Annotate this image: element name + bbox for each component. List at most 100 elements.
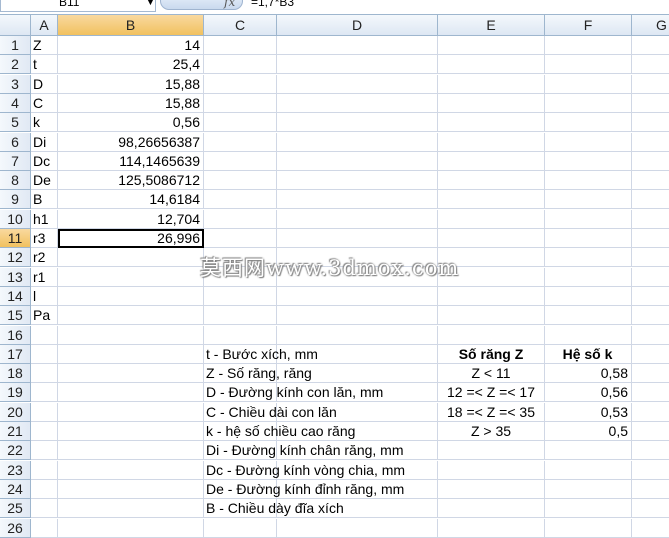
row-header[interactable]: 6	[0, 132, 31, 152]
cell-a8[interactable]: De	[31, 171, 58, 191]
cell-c26[interactable]	[204, 518, 277, 538]
cell-e14[interactable]	[438, 286, 545, 306]
row-header[interactable]: 26	[0, 518, 31, 538]
cell-g10[interactable]	[632, 210, 669, 229]
cell-f7[interactable]	[545, 151, 632, 171]
cell-f6[interactable]	[545, 132, 632, 152]
cell-g14[interactable]	[632, 287, 669, 306]
cell-g5[interactable]	[632, 113, 669, 133]
row-header[interactable]: 3	[0, 74, 31, 94]
cell-c6[interactable]	[204, 132, 277, 152]
cell-a10[interactable]: h1	[31, 209, 58, 229]
select-all-corner[interactable]	[0, 15, 31, 36]
cell-f10[interactable]	[545, 209, 632, 229]
cell-g15[interactable]	[632, 306, 669, 326]
cell-b19[interactable]	[58, 383, 204, 403]
cell-d24[interactable]	[277, 479, 438, 499]
cell-a12[interactable]: r2	[31, 248, 58, 268]
row-header[interactable]: 24	[0, 479, 31, 499]
cell-a22[interactable]	[31, 441, 58, 461]
cell-e5[interactable]	[438, 113, 545, 133]
cell-g23[interactable]	[632, 461, 669, 480]
cell-b13[interactable]	[58, 267, 204, 287]
cell-e8[interactable]	[438, 171, 545, 191]
cell-g21[interactable]	[632, 422, 669, 441]
cell-c21[interactable]: k - hệ số chiều cao răng	[204, 422, 355, 441]
cell-b17[interactable]	[58, 344, 204, 364]
cell-c9[interactable]	[204, 190, 277, 210]
row-header[interactable]: 4	[0, 93, 31, 113]
formula-input[interactable]: =1,7*B3	[251, 0, 294, 8]
cell-c24[interactable]: De - Đường kính đỉnh răng, mm	[204, 479, 404, 499]
cell-g22[interactable]	[632, 441, 669, 461]
chevron-down-icon[interactable]: ▼	[146, 0, 155, 7]
cell-g9[interactable]	[632, 190, 669, 210]
cell-a2[interactable]: t	[31, 55, 58, 75]
cell-b3[interactable]: 15,88	[58, 74, 204, 94]
cell-f23[interactable]	[545, 460, 632, 480]
cell-b18[interactable]	[58, 364, 204, 384]
cell-d18[interactable]	[277, 364, 438, 384]
cell-a15[interactable]: Pa	[31, 306, 58, 326]
cell-e4[interactable]	[438, 93, 545, 113]
cell-b12[interactable]	[58, 248, 204, 268]
cell-d4[interactable]	[277, 93, 438, 113]
cell-c20[interactable]: C - Chiều dài con lăn	[204, 402, 337, 422]
cell-d17[interactable]	[277, 344, 438, 364]
cell-g11[interactable]	[632, 229, 669, 248]
cell-a9[interactable]: B	[31, 190, 58, 210]
cell-e10[interactable]	[438, 209, 545, 229]
cell-d22[interactable]	[277, 441, 438, 461]
cell-e3[interactable]	[438, 74, 545, 94]
cell-e9[interactable]	[438, 190, 545, 210]
cell-g20[interactable]	[632, 403, 669, 422]
cell-b4[interactable]: 15,88	[58, 93, 204, 113]
cell-f26[interactable]	[545, 518, 632, 538]
cell-f5[interactable]	[545, 113, 632, 133]
row-header[interactable]: 16	[0, 325, 31, 345]
cell-d5[interactable]	[277, 113, 438, 133]
cell-d10[interactable]	[277, 209, 438, 229]
cell-d26[interactable]	[277, 518, 438, 538]
cell-e16[interactable]	[438, 325, 545, 345]
cell-c11[interactable]	[204, 229, 277, 248]
cell-c19[interactable]: D - Đường kính con lăn, mm	[204, 383, 383, 403]
row-header[interactable]: 14	[0, 286, 31, 306]
cell-a24[interactable]	[31, 479, 58, 499]
cell-e2[interactable]	[438, 55, 545, 75]
insert-function-icon[interactable]: fx	[224, 0, 235, 9]
column-header-b[interactable]: B	[58, 15, 204, 36]
cell-e19[interactable]: 12 =< Z =< 17	[438, 383, 545, 403]
cell-c25[interactable]: B - Chiều dày đĩa xích	[204, 499, 344, 519]
cell-g26[interactable]	[632, 519, 669, 538]
cell-d9[interactable]	[277, 190, 438, 210]
cell-d7[interactable]	[277, 151, 438, 171]
cell-e17[interactable]: Số răng Z	[438, 344, 545, 364]
cell-f24[interactable]	[545, 479, 632, 499]
cell-a16[interactable]	[31, 325, 58, 345]
cell-b16[interactable]	[58, 325, 204, 345]
cell-a5[interactable]: k	[31, 113, 58, 133]
name-box[interactable]: B11	[0, 0, 156, 12]
cell-c5[interactable]	[204, 113, 277, 133]
cell-c8[interactable]	[204, 171, 277, 191]
cell-d8[interactable]	[277, 171, 438, 191]
cell-c18[interactable]: Z - Số răng, răng	[204, 364, 312, 384]
row-header[interactable]: 17	[0, 344, 31, 364]
cell-g13[interactable]	[632, 268, 669, 287]
cell-a18[interactable]	[31, 364, 58, 384]
cell-b14[interactable]	[58, 286, 204, 306]
cell-a17[interactable]	[31, 344, 58, 364]
column-header-a[interactable]: A	[31, 15, 58, 36]
row-header[interactable]: 10	[0, 209, 31, 229]
row-header[interactable]: 19	[0, 383, 31, 403]
cell-c17[interactable]: t - Bước xích, mm	[204, 344, 318, 364]
row-header[interactable]: 1	[0, 36, 31, 55]
cell-g17[interactable]	[632, 345, 669, 364]
cell-a23[interactable]	[31, 460, 58, 480]
cell-a14[interactable]: l	[31, 286, 58, 306]
row-header[interactable]: 11	[0, 229, 31, 248]
cell-a6[interactable]: Di	[31, 132, 58, 152]
cell-a11[interactable]: r3	[31, 229, 58, 248]
row-header[interactable]: 2	[0, 55, 31, 75]
